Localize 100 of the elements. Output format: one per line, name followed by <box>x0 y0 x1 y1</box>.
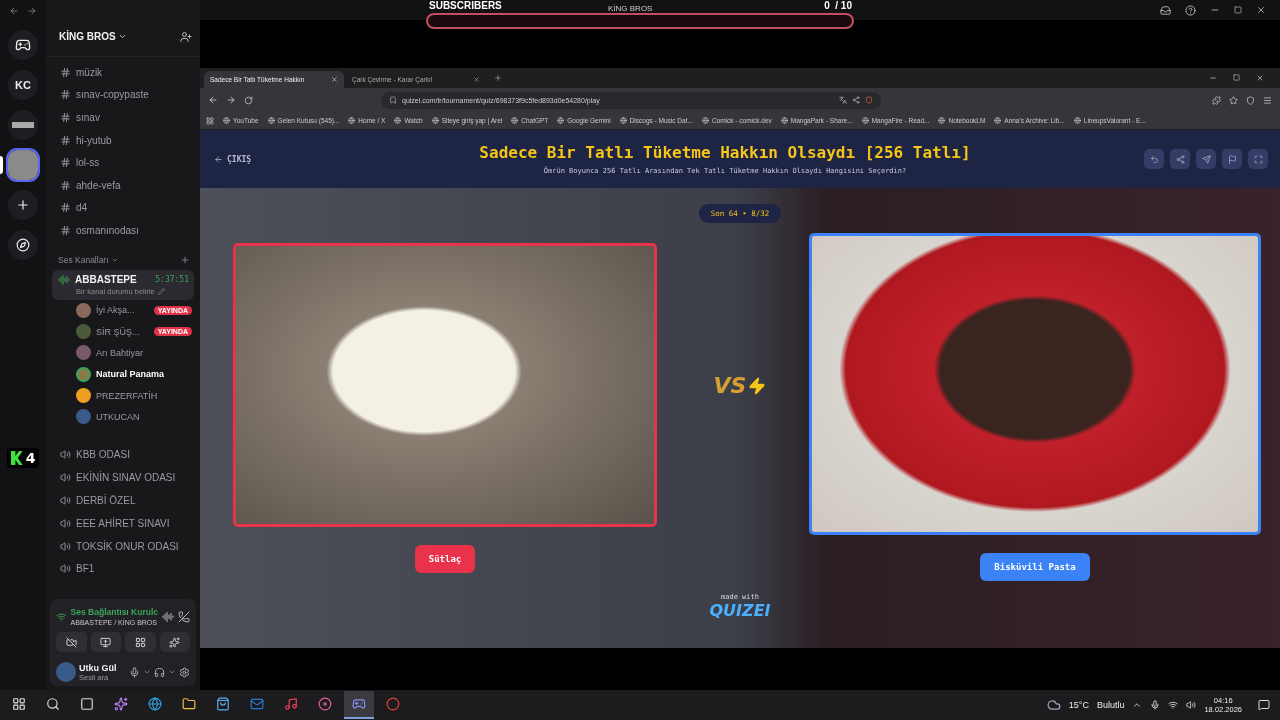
inbox-icon[interactable] <box>1160 4 1171 16</box>
voice-channel[interactable]: TOKSİK ONUR ODASI <box>52 534 194 558</box>
network-icon[interactable] <box>1168 700 1179 710</box>
member-name: PREZERFATİH <box>96 390 159 401</box>
soundboard-button[interactable] <box>159 632 190 652</box>
invite-button[interactable] <box>180 30 192 43</box>
globe-icon <box>348 117 356 124</box>
forward-icon[interactable] <box>226 95 236 105</box>
taskbar-app[interactable] <box>344 691 374 719</box>
close-icon <box>331 76 338 83</box>
fullscreen-button[interactable] <box>1248 149 1268 169</box>
globe-icon <box>861 117 869 124</box>
translate-icon <box>839 96 847 104</box>
chevron-down-icon[interactable] <box>168 668 176 676</box>
globe-icon <box>780 117 788 124</box>
share-button[interactable] <box>1170 149 1190 169</box>
server-button[interactable] <box>8 110 38 140</box>
sparkle-icon <box>169 636 181 648</box>
banner-icon <box>12 122 34 128</box>
globe-icon <box>223 117 230 124</box>
report-button[interactable] <box>1222 149 1242 169</box>
gamepad-icon <box>15 37 31 53</box>
voice-channel[interactable]: BF1 <box>52 557 194 581</box>
voice-channel[interactable]: EEE AHİRET SINAVI <box>52 511 194 535</box>
text-channel[interactable]: ahde-vefa <box>52 173 194 197</box>
category-header[interactable]: Ses Kanalları <box>58 254 119 265</box>
headphones-button[interactable] <box>154 666 165 678</box>
voice-channel[interactable]: KBB ODASI <box>52 443 194 467</box>
member-name: Natural Panama <box>96 369 166 380</box>
text-channel[interactable]: osmanınodası <box>52 219 194 242</box>
mic-icon[interactable] <box>1150 700 1161 710</box>
send-button[interactable] <box>1196 149 1216 169</box>
forward-icon[interactable] <box>27 6 37 16</box>
speaker-icon <box>60 540 71 552</box>
reload-icon[interactable] <box>244 95 253 105</box>
undo-button[interactable] <box>1144 149 1164 169</box>
maximize-icon[interactable] <box>1233 74 1240 81</box>
back-icon[interactable] <box>9 6 19 16</box>
signal-icon <box>56 610 67 623</box>
chevron-down-icon <box>117 32 127 41</box>
text-channel[interactable]: lol-ss <box>52 151 194 174</box>
add-server-button[interactable] <box>8 190 38 220</box>
settings-button[interactable] <box>179 666 190 678</box>
help-icon[interactable] <box>1185 4 1196 16</box>
globe-icon <box>557 117 565 124</box>
voice-channel[interactable]: DERBİ ÖZEL <box>52 489 194 512</box>
member-name: Arı Bahtiyar <box>96 348 145 358</box>
bookmark-icon <box>389 96 397 104</box>
lightning-icon <box>748 376 767 395</box>
extensions-icon[interactable] <box>1212 95 1221 105</box>
sparkle-icon <box>114 697 128 711</box>
pencil-icon <box>157 287 165 295</box>
add-channel-icon[interactable] <box>180 254 190 265</box>
weather-label: Bulutlu <box>1096 700 1125 710</box>
disconnect-button[interactable] <box>178 610 190 623</box>
new-tab-icon[interactable] <box>494 74 502 82</box>
shield-icon[interactable] <box>1246 95 1255 105</box>
hash-icon <box>60 157 71 169</box>
fullscreen-icon <box>1253 154 1263 164</box>
globe-icon <box>1073 117 1081 124</box>
globe-icon <box>619 117 627 124</box>
text-channel[interactable]: hi-yutub <box>52 128 194 152</box>
text-channel[interactable]: d4 <box>52 196 194 220</box>
hash-icon <box>60 202 71 214</box>
globe-icon <box>394 117 402 124</box>
server-name[interactable]: KİNG BROS <box>59 31 127 42</box>
maximize-icon[interactable] <box>1234 6 1242 14</box>
back-icon[interactable] <box>208 95 218 105</box>
apps-icon[interactable] <box>206 116 214 125</box>
mic-button[interactable] <box>129 666 140 678</box>
globe-icon <box>148 697 162 711</box>
choice-button[interactable]: Bisküvili Pasta <box>980 553 1090 581</box>
text-channel[interactable]: müzik <box>52 61 194 84</box>
choice-button[interactable]: Sütlaç <box>414 545 476 573</box>
hash-icon <box>60 89 71 101</box>
star-icon[interactable] <box>1229 95 1238 105</box>
share-icon <box>1175 154 1185 164</box>
hash-icon <box>60 134 71 146</box>
hash-icon <box>60 224 71 236</box>
volume-icon[interactable] <box>1186 700 1197 710</box>
notifications-icon[interactable] <box>1258 699 1270 711</box>
compass-icon <box>16 238 30 252</box>
member-name: İyi Akşa... <box>96 305 136 316</box>
server-button[interactable]: KC <box>8 70 38 100</box>
text-channel[interactable]: sınav-copypaste <box>52 83 194 107</box>
close-icon[interactable] <box>1256 5 1266 15</box>
tray-chevron-icon[interactable] <box>1132 700 1143 710</box>
close-icon[interactable] <box>1256 74 1264 82</box>
text-channel[interactable]: sınav <box>52 106 194 129</box>
activities-button[interactable] <box>125 632 156 652</box>
voice-channel[interactable]: EKİNİN SINAV ODASI <box>52 466 194 490</box>
chevron-down-icon[interactable] <box>143 668 151 676</box>
camera-button[interactable] <box>56 632 87 652</box>
server-button[interactable] <box>8 30 38 60</box>
exit-link[interactable]: ÇIKIŞ <box>200 153 320 165</box>
record-icon <box>386 697 400 711</box>
explore-button[interactable] <box>8 230 38 260</box>
overlay-server: KİNG BROS <box>608 4 653 13</box>
screen-share-button[interactable] <box>90 632 121 652</box>
menu-icon[interactable] <box>1263 95 1272 105</box>
